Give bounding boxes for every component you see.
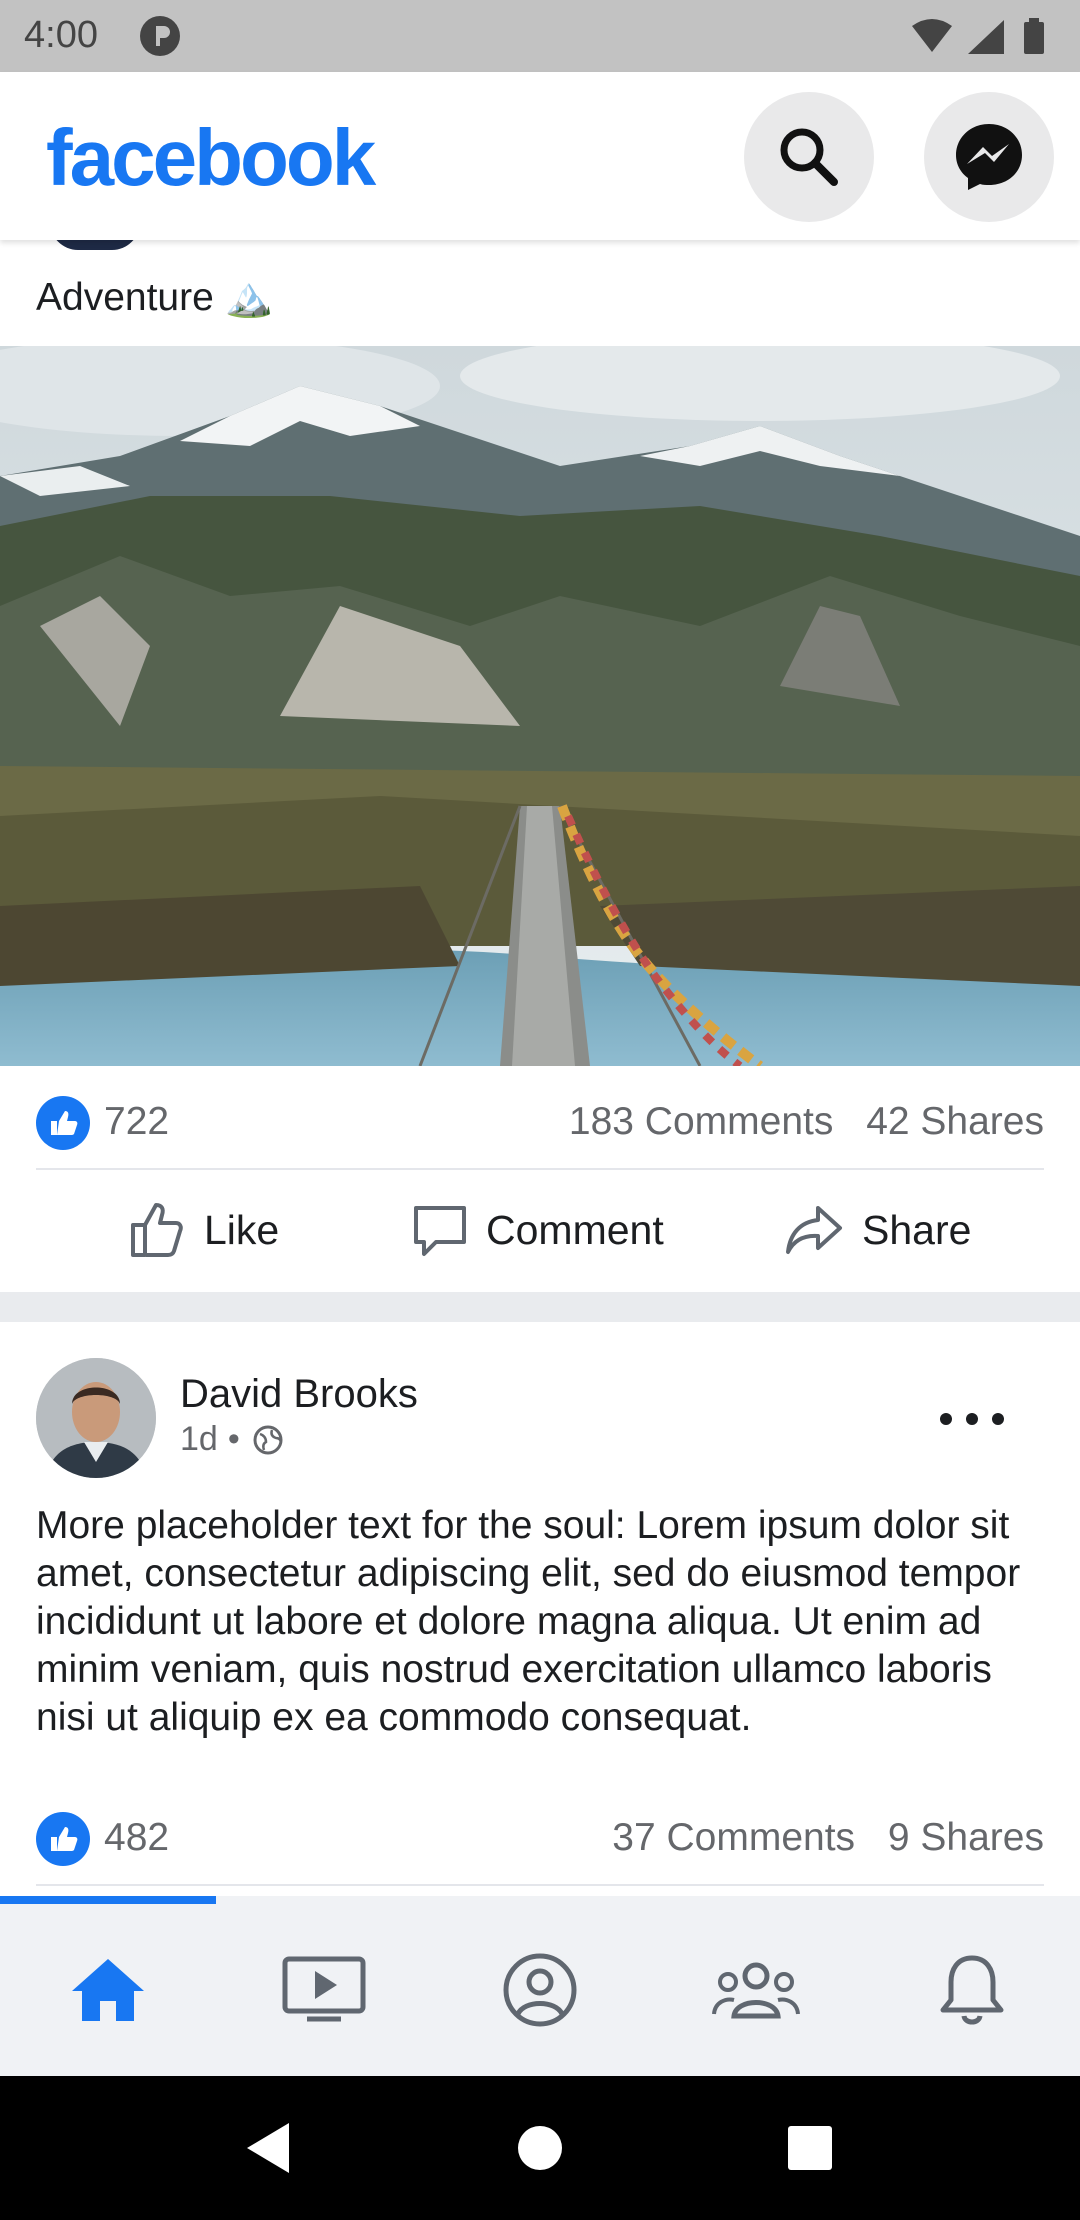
back-triangle-icon <box>247 2123 289 2173</box>
post2-comments-count[interactable]: 37 Comments <box>612 1816 855 1859</box>
search-icon <box>780 128 838 186</box>
like-label: Like <box>204 1206 280 1253</box>
like-reaction-icon <box>36 1812 90 1866</box>
bell-icon <box>940 1955 1004 2025</box>
share-arrow-icon <box>786 1206 842 1254</box>
more-dot <box>966 1413 978 1425</box>
post1-image[interactable] <box>0 346 1080 1066</box>
thumbs-up-icon <box>131 1203 183 1257</box>
status-bar: 4:00 <box>0 0 1080 72</box>
meta-dot: • <box>227 1420 240 1458</box>
home-icon <box>72 1959 144 2021</box>
recents-square-icon <box>788 2126 832 2170</box>
divider <box>36 1884 1044 1886</box>
nav-home[interactable] <box>0 1904 216 2076</box>
home-circle-icon <box>518 2126 562 2170</box>
post1-like-count[interactable]: 722 <box>104 1100 169 1144</box>
bottom-navigation <box>0 1896 1080 2076</box>
back-button[interactable] <box>240 2120 296 2176</box>
home-system-button[interactable] <box>512 2120 568 2176</box>
public-globe-icon <box>253 1425 283 1454</box>
more-dot <box>992 1413 1004 1425</box>
post2-body-text: More placeholder text for the soul: Lore… <box>36 1504 1021 1739</box>
status-icons <box>908 16 1058 63</box>
active-tab-indicator <box>0 1896 216 1904</box>
messenger-icon <box>956 124 1022 190</box>
more-dot <box>940 1413 952 1425</box>
like-reaction-icon <box>36 1096 90 1150</box>
post1-actions: Like Comment Share <box>0 1170 1080 1290</box>
share-button[interactable]: Share <box>784 1198 971 1262</box>
messenger-button[interactable] <box>924 92 1054 222</box>
wifi-icon <box>912 19 952 52</box>
post2-author-name[interactable]: David Brooks <box>180 1372 418 1417</box>
app-header: facebook <box>0 72 1080 240</box>
like-button[interactable]: Like <box>128 1198 279 1262</box>
feed-separator <box>0 1292 1080 1322</box>
video-icon <box>282 1956 366 2022</box>
post2-time[interactable]: 1d <box>180 1420 218 1459</box>
comment-label: Comment <box>486 1206 664 1253</box>
post2-like-count[interactable]: 482 <box>104 1816 169 1860</box>
post2-more-options-button[interactable] <box>940 1394 1004 1444</box>
post1-shares-count[interactable]: 42 Shares <box>866 1100 1044 1143</box>
battery-icon <box>1024 22 1044 54</box>
comment-button[interactable]: Comment <box>412 1198 664 1262</box>
post2-stats: 482 37 Comments 9 Shares <box>36 1806 1044 1866</box>
search-button[interactable] <box>744 92 874 222</box>
system-navigation-bar <box>0 2076 1080 2220</box>
nav-notifications[interactable] <box>864 1904 1080 2076</box>
share-label: Share <box>862 1206 972 1253</box>
post2-meta: 1d • <box>180 1420 284 1459</box>
nav-profile[interactable] <box>432 1904 648 2076</box>
post2-shares-count[interactable]: 9 Shares <box>888 1816 1044 1859</box>
app-notification-icon <box>138 14 182 63</box>
post1-comments-count[interactable]: 183 Comments <box>569 1100 833 1143</box>
profile-icon <box>503 1953 577 2027</box>
comment-icon <box>414 1206 466 1256</box>
facebook-logo[interactable]: facebook <box>46 112 376 204</box>
status-time: 4:00 <box>24 14 98 56</box>
nav-video[interactable] <box>216 1904 432 2076</box>
post1-caption: Adventure 🏔️ <box>36 276 274 319</box>
groups-icon <box>712 1962 800 2019</box>
recents-button[interactable] <box>782 2120 838 2176</box>
signal-icon <box>968 20 1004 54</box>
post1-stats: 722 183 Comments 42 Shares <box>36 1090 1044 1150</box>
nav-groups[interactable] <box>648 1904 864 2076</box>
post2-avatar[interactable] <box>36 1358 156 1478</box>
